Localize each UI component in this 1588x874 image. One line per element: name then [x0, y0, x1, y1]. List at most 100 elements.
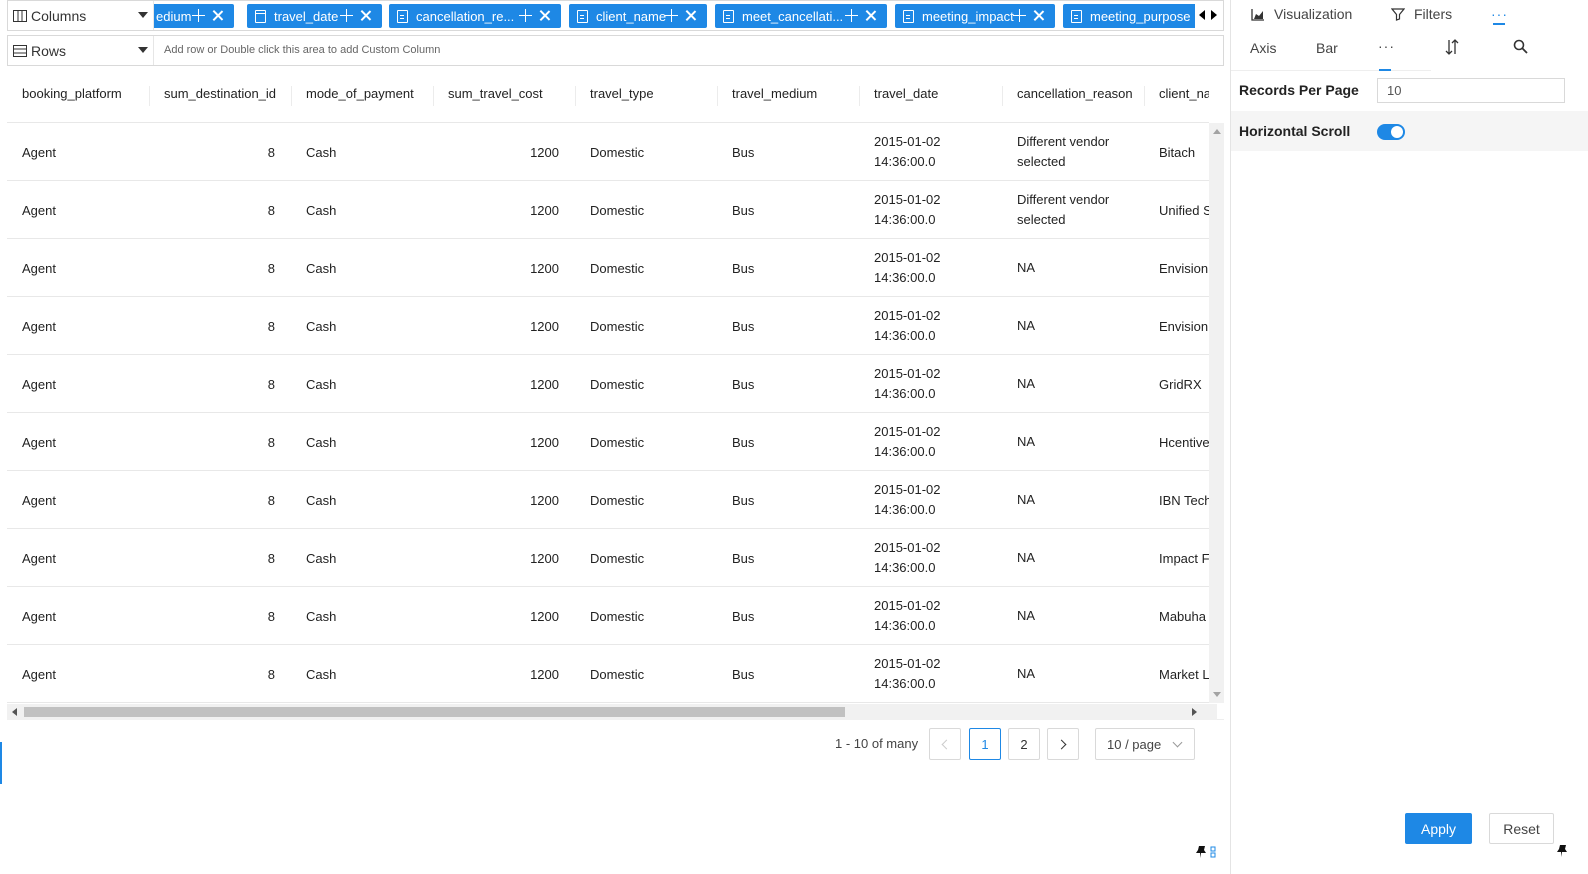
- rows-dropdown[interactable]: Rows: [8, 36, 154, 65]
- subtab-bar[interactable]: Bar: [1316, 40, 1338, 56]
- column-header[interactable]: client_name: [1144, 68, 1209, 123]
- column-divider[interactable]: [1144, 86, 1145, 106]
- table-cell: 8: [267, 492, 275, 508]
- reset-button[interactable]: Reset: [1489, 813, 1554, 844]
- move-icon[interactable]: [1013, 9, 1026, 22]
- column-divider[interactable]: [717, 86, 718, 106]
- column-divider[interactable]: [291, 86, 292, 106]
- horizontal-scrollbar[interactable]: [7, 704, 1217, 720]
- move-icon[interactable]: [665, 9, 678, 22]
- column-divider[interactable]: [433, 86, 434, 106]
- table-cell: Agent: [22, 260, 56, 276]
- close-icon[interactable]: [211, 9, 224, 22]
- column-header[interactable]: sum_destination_id: [149, 68, 291, 123]
- prev-page-button[interactable]: [929, 728, 961, 760]
- pin-icon[interactable]: [1196, 845, 1218, 859]
- column-header[interactable]: travel_type: [575, 68, 717, 123]
- column-divider[interactable]: [575, 86, 576, 106]
- table-cell: Different vendor selected: [1017, 134, 1110, 169]
- column-header[interactable]: mode_of_payment: [291, 68, 433, 123]
- scroll-up-icon[interactable]: [1213, 129, 1221, 134]
- table-cell: NA: [1017, 666, 1036, 681]
- scroll-right-icon[interactable]: [1192, 708, 1197, 716]
- column-pill[interactable]: travel_date: [247, 4, 382, 28]
- column-pill[interactable]: meeting_impact: [895, 4, 1055, 28]
- rows-shelf[interactable]: Rows Add row or Double click this area t…: [7, 35, 1224, 66]
- table-row[interactable]: Agent 8 Cash 1200 Domestic Bus 2015-01-02 14:3…: [7, 587, 1209, 645]
- table-row[interactable]: Agent 8 Cash 1200 Domestic Bus 2015-01-02 14:3…: [7, 529, 1209, 587]
- rows-drop-hint[interactable]: Add row or Double click this area to add…: [164, 44, 440, 56]
- vertical-scrollbar[interactable]: [1209, 123, 1224, 703]
- scrollbar-thumb[interactable]: [24, 707, 845, 717]
- scroll-left-icon[interactable]: [1199, 10, 1205, 20]
- next-page-button[interactable]: [1047, 728, 1079, 760]
- table-cell: Market L: [1159, 666, 1209, 682]
- caret-down-icon[interactable]: [138, 47, 148, 53]
- column-header[interactable]: sum_travel_cost: [433, 68, 575, 123]
- table-cell: 2015-01-02 14:36:00.0: [874, 424, 941, 459]
- pin-icon[interactable]: [1556, 844, 1570, 858]
- table-cell: Cash: [306, 318, 337, 334]
- search-icon[interactable]: [1513, 39, 1528, 54]
- table-row[interactable]: Agent 8 Cash 1200 Domestic Bus 2015-01-02 14:3…: [7, 413, 1209, 471]
- table-cell: Bus: [732, 550, 755, 566]
- columns-shelf[interactable]: Columns edium travel_date cancellation_re.…: [7, 0, 1224, 31]
- records-per-page-input[interactable]: [1377, 78, 1565, 103]
- move-icon[interactable]: [519, 9, 532, 22]
- move-icon[interactable]: [192, 9, 205, 22]
- column-pill-label: travel_date: [274, 8, 339, 24]
- close-icon[interactable]: [359, 9, 372, 22]
- table-cell: Bus: [732, 608, 755, 624]
- columns-dropdown[interactable]: Columns: [8, 1, 154, 30]
- tab-more[interactable]: ···: [1491, 4, 1508, 24]
- scroll-down-icon[interactable]: [1213, 692, 1221, 697]
- column-divider[interactable]: [1002, 86, 1003, 106]
- table-row[interactable]: Agent 8 Cash 1200 Domestic Bus 2015-01-02 14:3…: [7, 471, 1209, 529]
- column-pill[interactable]: client_name: [569, 4, 707, 28]
- column-pill[interactable]: cancellation_re...: [389, 4, 561, 28]
- table-cell: Domestic: [590, 202, 645, 218]
- sort-icon[interactable]: [1445, 39, 1459, 55]
- tab-visualization-label: Visualization: [1274, 6, 1353, 22]
- table-row[interactable]: Agent 8 Cash 1200 Domestic Bus 2015-01-02 14:3…: [7, 645, 1209, 703]
- column-pill[interactable]: meet_cancellati...: [715, 4, 887, 28]
- column-divider[interactable]: [149, 86, 150, 106]
- table-row[interactable]: Agent 8 Cash 1200 Domestic Bus 2015-01-02 14:3…: [7, 123, 1209, 181]
- move-icon[interactable]: [845, 9, 858, 22]
- table-cell: Domestic: [590, 376, 645, 392]
- subtab-more[interactable]: ···: [1378, 38, 1395, 54]
- close-icon[interactable]: [538, 9, 551, 22]
- column-pill[interactable]: meeting_purpose: [1063, 4, 1195, 28]
- scroll-right-icon[interactable]: [1211, 10, 1217, 20]
- column-header[interactable]: travel_date: [859, 68, 1002, 123]
- column-header[interactable]: booking_platform: [7, 68, 149, 123]
- scroll-left-icon[interactable]: [12, 708, 17, 716]
- tab-filters[interactable]: Filters: [1391, 4, 1452, 24]
- table-row[interactable]: Agent 8 Cash 1200 Domestic Bus 2015-01-02 14:3…: [7, 239, 1209, 297]
- page-1-button[interactable]: 1: [969, 728, 1001, 760]
- move-icon[interactable]: [340, 9, 353, 22]
- document-icon: [577, 9, 588, 23]
- table-row[interactable]: Agent 8 Cash 1200 Domestic Bus 2015-01-02 14:3…: [7, 181, 1209, 239]
- page-2-button[interactable]: 2: [1008, 728, 1040, 760]
- table-row[interactable]: Agent 8 Cash 1200 Domestic Bus 2015-01-02 14:3…: [7, 297, 1209, 355]
- close-icon[interactable]: [864, 9, 877, 22]
- document-icon: [903, 9, 914, 23]
- close-icon[interactable]: [1032, 9, 1045, 22]
- column-divider[interactable]: [859, 86, 860, 106]
- subtab-axis[interactable]: Axis: [1250, 40, 1276, 56]
- apply-button[interactable]: Apply: [1405, 813, 1472, 844]
- horizontal-scroll-toggle[interactable]: [1377, 124, 1405, 140]
- tab-visualization[interactable]: Visualization: [1251, 4, 1352, 24]
- caret-down-icon[interactable]: [138, 12, 148, 18]
- page-size-select[interactable]: 10 / page: [1095, 728, 1195, 760]
- column-header[interactable]: cancellation_reason: [1002, 68, 1144, 123]
- table-cell: 1200: [530, 318, 559, 334]
- table-cell: 2015-01-02 14:36:00.0: [874, 482, 941, 517]
- column-pill[interactable]: edium: [154, 4, 234, 28]
- column-header[interactable]: travel_medium: [717, 68, 859, 123]
- close-icon[interactable]: [684, 9, 697, 22]
- table-cell: Cash: [306, 666, 337, 682]
- table-row[interactable]: Agent 8 Cash 1200 Domestic Bus 2015-01-02 14:3…: [7, 355, 1209, 413]
- pill-scroll-controls: [1199, 10, 1217, 20]
